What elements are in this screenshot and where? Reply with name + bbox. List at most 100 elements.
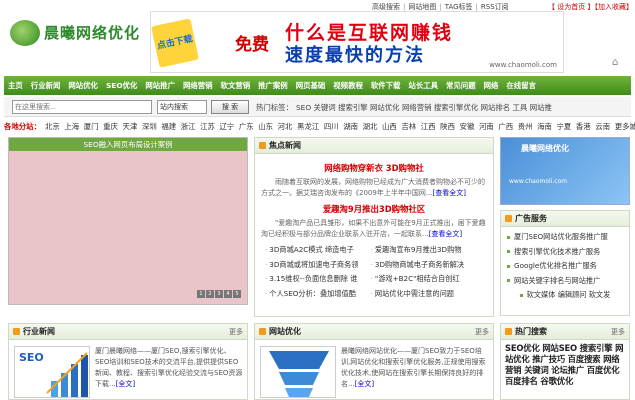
- top-link-sitemap[interactable]: 网站地图: [408, 3, 436, 11]
- focus-headline-1[interactable]: 网络购物穿新衣 3D购物社: [255, 162, 493, 174]
- city-link[interactable]: 四川: [324, 122, 339, 131]
- nav-item-tools[interactable]: 站长工具: [404, 76, 442, 95]
- city-link[interactable]: 北京: [45, 122, 60, 131]
- home-icon[interactable]: ⌂: [612, 57, 618, 68]
- list-item[interactable]: 爱趣淘宣布9月推出3D购物: [371, 244, 477, 257]
- list-item[interactable]: 网站优化中需注意的问题: [371, 288, 477, 301]
- ad-image[interactable]: 晨曦网络优化 www.chaomoli.com: [500, 137, 630, 205]
- nav-item-software[interactable]: 软件下载: [367, 76, 405, 95]
- nav-item-network[interactable]: 网络: [480, 76, 503, 95]
- slide-page[interactable]: 3: [215, 290, 223, 298]
- more-link[interactable]: 更多: [229, 324, 243, 340]
- city-link[interactable]: 江苏: [200, 122, 215, 131]
- nav-item-cases[interactable]: 推广案例: [254, 76, 292, 95]
- search-scope-select[interactable]: 站内搜索: [157, 100, 207, 114]
- list-item[interactable]: 搜索引擎优化技术推广服务: [507, 245, 623, 260]
- nav-item-industry-news[interactable]: 行业新闻: [27, 76, 65, 95]
- focus-headline-2[interactable]: 爱趣淘9月推出3D购物社区: [255, 203, 493, 215]
- slide-page[interactable]: 4: [224, 290, 232, 298]
- nav-item-site-optimization[interactable]: 网站优化: [64, 76, 102, 95]
- hot-tag[interactable]: 搜索引擎优化: [434, 103, 478, 112]
- set-homepage-link[interactable]: 【 设为首页 】: [548, 3, 594, 11]
- banner-download-button[interactable]: 点击下载: [151, 18, 199, 68]
- hot-tag[interactable]: 网站推: [530, 103, 552, 112]
- city-bar-label: 各地分站：: [4, 122, 41, 131]
- list-item[interactable]: 3D商城或将加速电子商务领: [265, 259, 371, 272]
- top-link-tags[interactable]: TAG标签: [445, 3, 473, 11]
- hot-tag[interactable]: 网站优化: [370, 103, 400, 112]
- site-logo[interactable]: 晨曦网络优化: [10, 18, 145, 50]
- city-link[interactable]: 广西: [498, 122, 513, 131]
- seo-thumbnail[interactable]: [260, 346, 336, 398]
- slideshow[interactable]: SEO融入网页布局设计案例 12345: [8, 137, 248, 305]
- city-link[interactable]: 贵州: [518, 122, 533, 131]
- list-item[interactable]: 软文媒体 编辑顾问 软文发: [507, 288, 623, 303]
- city-link[interactable]: 福建: [161, 122, 176, 131]
- nav-item-marketing[interactable]: 网络营销: [179, 76, 217, 95]
- list-item[interactable]: 厦门SEO网站优化服务推广服: [507, 230, 623, 245]
- nav-item-web-basics[interactable]: 网页基础: [292, 76, 330, 95]
- top-link-advanced-search[interactable]: 高级搜索: [372, 3, 400, 11]
- city-link[interactable]: 香港: [576, 122, 591, 131]
- city-link[interactable]: 天津: [123, 122, 138, 131]
- nav-item-soft-article[interactable]: 软文营销: [217, 76, 255, 95]
- search-input[interactable]: [12, 100, 152, 114]
- city-link[interactable]: 深圳: [142, 122, 157, 131]
- city-link[interactable]: 黑龙江: [297, 122, 319, 131]
- city-link[interactable]: 安徽: [460, 122, 475, 131]
- city-link[interactable]: 湖南: [343, 122, 358, 131]
- hot-tag[interactable]: 网络营销: [402, 103, 432, 112]
- list-item[interactable]: "游戏+B2C"相结合自创红: [371, 273, 477, 286]
- list-item[interactable]: 3.15维权--负面信息删除 谁: [265, 273, 371, 286]
- search-button[interactable]: 搜 索: [211, 100, 249, 114]
- city-link[interactable]: 湖北: [363, 122, 378, 131]
- nav-item-seo[interactable]: SEO优化: [102, 76, 141, 95]
- city-link[interactable]: 河北: [278, 122, 293, 131]
- nav-item-site-promotion[interactable]: 网站推广: [141, 76, 179, 95]
- city-link[interactable]: 海南: [537, 122, 552, 131]
- city-link[interactable]: 河南: [479, 122, 494, 131]
- focus-more-link-1[interactable]: [查看全文]: [433, 189, 466, 197]
- banner-ad[interactable]: 点击下载 免费 什么是互联网赚钱 速度最快的方法 www.chaomoli.co…: [150, 11, 564, 73]
- city-link[interactable]: 浙江: [181, 122, 196, 131]
- hot-tag[interactable]: SEO: [296, 103, 311, 112]
- list-item[interactable]: 3D商城A2C模式 缔造电子: [265, 244, 371, 257]
- list-item[interactable]: Google优化排名推广服务: [507, 259, 623, 274]
- city-link[interactable]: 山东: [258, 122, 273, 131]
- nav-item-faq[interactable]: 常见问题: [442, 76, 480, 95]
- city-link[interactable]: 吉林: [401, 122, 416, 131]
- hot-tag[interactable]: 工具: [513, 103, 528, 112]
- city-link[interactable]: 江西: [421, 122, 436, 131]
- city-link[interactable]: 厦门: [84, 122, 99, 131]
- nav-item-video[interactable]: 视频教程: [329, 76, 367, 95]
- hot-search-tags[interactable]: SEO优化 网站SEO 搜索引擎 网站优化 推广技巧 百度搜索 网络营销 关键词…: [501, 340, 629, 390]
- city-link[interactable]: 更多城市: [615, 122, 635, 131]
- city-link[interactable]: 陕西: [440, 122, 455, 131]
- news-full-link[interactable]: [全文]: [116, 380, 135, 388]
- slide-page[interactable]: 2: [206, 290, 214, 298]
- city-link[interactable]: 辽宁: [219, 122, 234, 131]
- city-link[interactable]: 云南: [595, 122, 610, 131]
- list-item[interactable]: 个人SEO分析：叠加增值酷: [265, 288, 371, 301]
- slide-page[interactable]: 1: [197, 290, 205, 298]
- city-link[interactable]: 广东: [239, 122, 254, 131]
- bookmark-link[interactable]: 【加入收藏】: [594, 3, 633, 11]
- news-thumbnail[interactable]: SEO: [14, 346, 90, 398]
- city-link[interactable]: 山西: [382, 122, 397, 131]
- more-link[interactable]: 更多: [611, 324, 625, 340]
- hot-tag[interactable]: 网站排名: [481, 103, 511, 112]
- slide-page[interactable]: 5: [233, 290, 241, 298]
- city-link[interactable]: 上海: [64, 122, 79, 131]
- focus-more-link-2[interactable]: [查看全文]: [429, 230, 462, 238]
- seo-full-link[interactable]: [全文]: [355, 380, 374, 388]
- nav-item-guestbook[interactable]: 在线留言: [502, 76, 540, 95]
- list-item[interactable]: 3D购物商城电子商务新解决: [371, 259, 477, 272]
- hot-tag[interactable]: 搜索引擎: [338, 103, 368, 112]
- hot-tag[interactable]: 关键词: [314, 103, 336, 112]
- city-link[interactable]: 重庆: [103, 122, 118, 131]
- list-item[interactable]: 网站关键字排名与网站推广: [507, 274, 623, 289]
- nav-item-home[interactable]: 主页: [4, 76, 27, 95]
- top-link-rss[interactable]: RSS订阅: [481, 3, 509, 11]
- city-link[interactable]: 宁夏: [557, 122, 572, 131]
- more-link[interactable]: 更多: [475, 324, 489, 340]
